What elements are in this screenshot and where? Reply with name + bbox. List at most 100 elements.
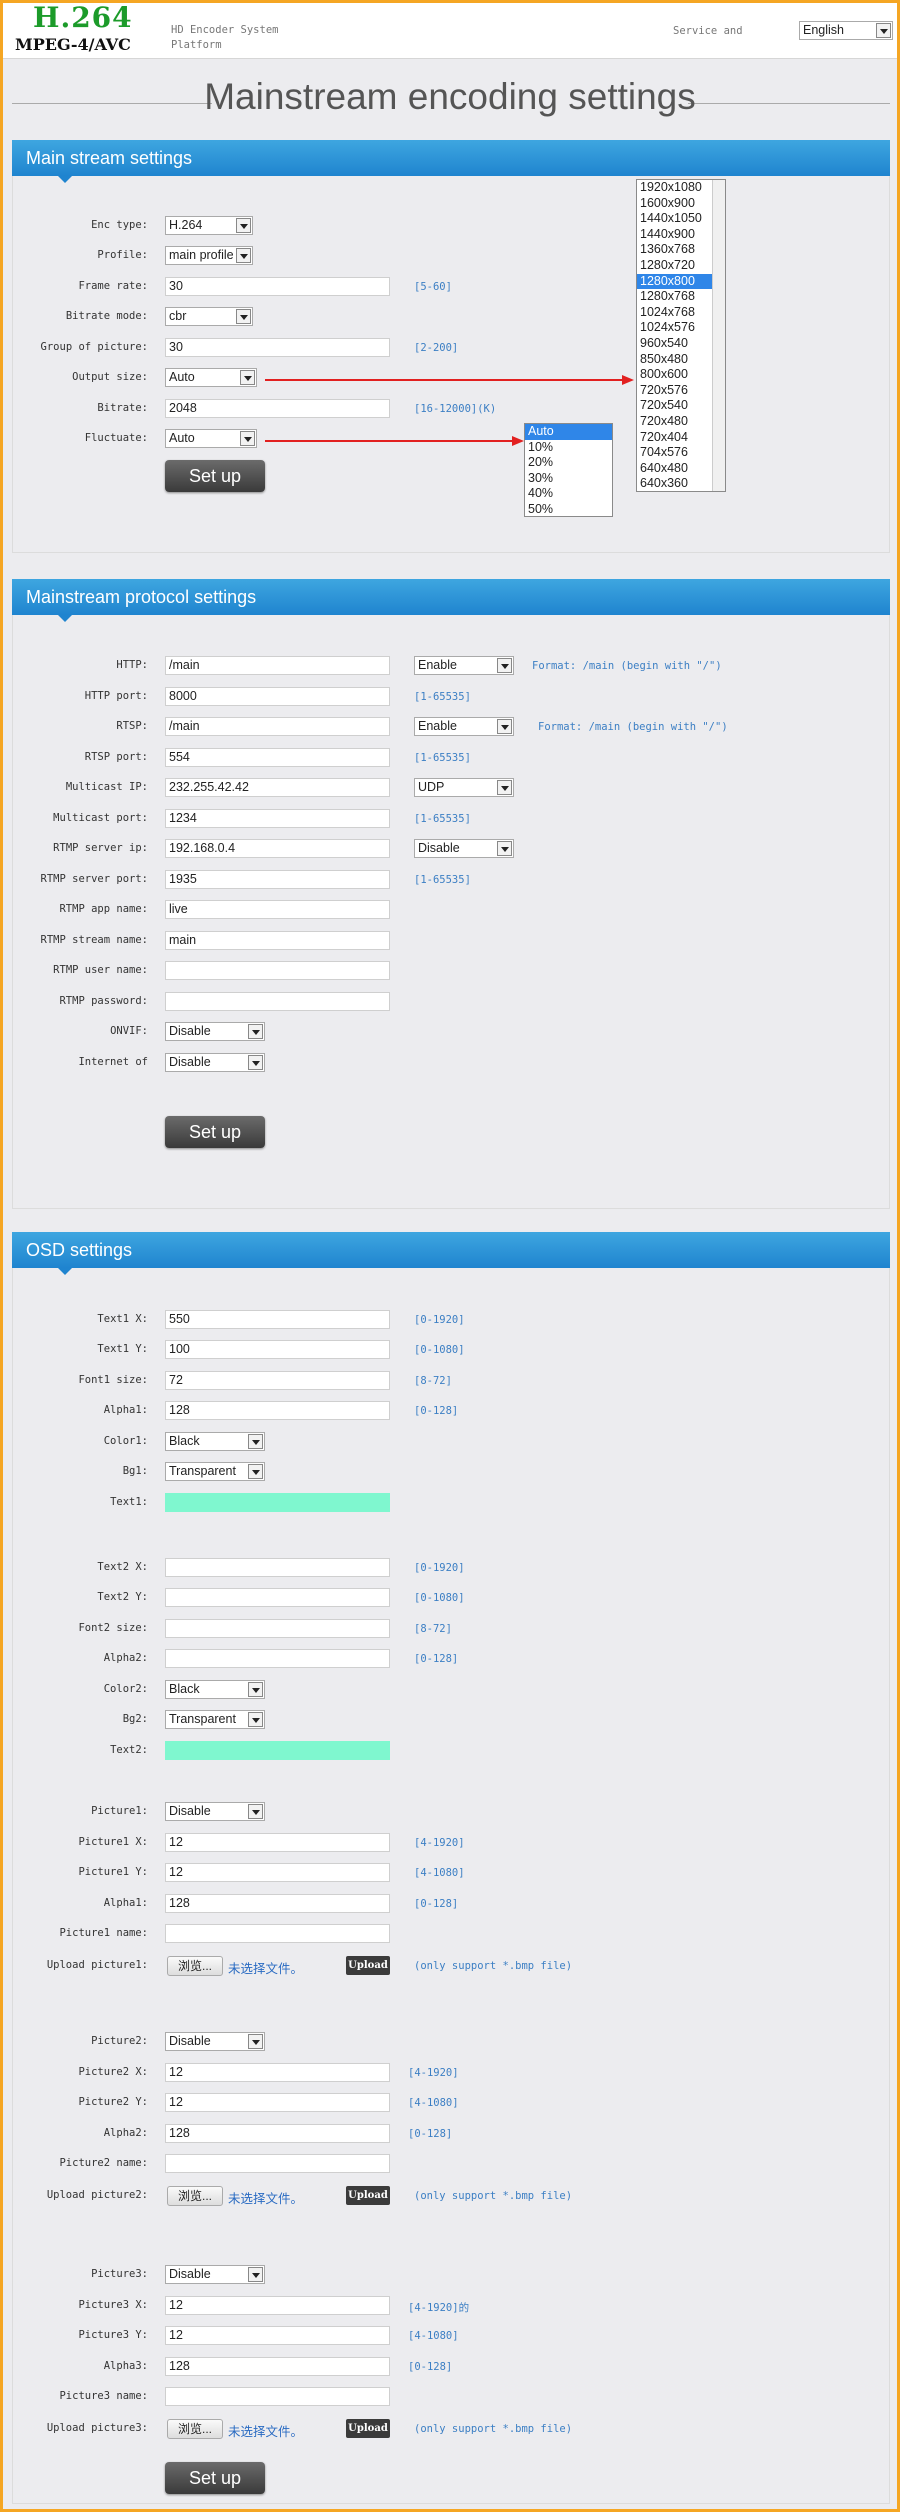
osd-pic2-y-hint: [4-1080] <box>408 2097 459 2109</box>
osd-text1-y-label: Text1 Y: <box>97 1343 148 1355</box>
protocol-rtmp-user-label: RTMP user name: <box>53 964 148 976</box>
osd-pic2-upload-browse-button[interactable]: 浏览... <box>167 2186 223 2206</box>
osd-pic3-upload-browse-button[interactable]: 浏览... <box>167 2419 223 2439</box>
osd-pic1-upload-browse-button[interactable]: 浏览... <box>167 1956 223 1976</box>
osd-bg2-label: Bg2: <box>122 1713 148 1725</box>
fluctuate-option[interactable]: 20% <box>525 455 612 471</box>
osd-pic3-upload-upload-button[interactable]: Upload <box>346 2419 390 2438</box>
chevron-down-icon <box>248 2034 263 2049</box>
osd-pic2-label: Picture2: <box>91 2035 148 2047</box>
osd-pic1-alpha-label: Alpha1: <box>103 1897 148 1909</box>
protocol-rtmp-user-input[interactable] <box>165 961 390 980</box>
osd-text2-input[interactable] <box>165 1741 390 1760</box>
main-stream-fluctuate-value: Auto <box>169 431 195 445</box>
main-stream-profile-select[interactable]: main profile <box>165 246 253 265</box>
osd-color1-select[interactable]: Black <box>165 1432 265 1451</box>
osd-alpha2-input[interactable] <box>165 1649 390 1668</box>
protocol-http-port-input[interactable]: 8000 <box>165 687 390 706</box>
fluctuate-list[interactable]: Auto 10% 20% 30% 40% 50% <box>524 423 613 517</box>
osd-pic3-alpha-input[interactable]: 128 <box>165 2357 390 2376</box>
osd-color2-select[interactable]: Black <box>165 1680 265 1699</box>
osd-pic3-select[interactable]: Disable <box>165 2265 265 2284</box>
language-select[interactable]: English <box>799 21 893 40</box>
main-stream-bitrate-input[interactable]: 2048 <box>165 399 390 418</box>
main-stream-gop-input[interactable]: 30 <box>165 338 390 357</box>
osd-pic3-x-input[interactable]: 12 <box>165 2296 390 2315</box>
osd-font1-input[interactable]: 72 <box>165 1371 390 1390</box>
osd-setup-button[interactable]: Set up <box>165 2462 265 2494</box>
service-link[interactable]: Service and <box>673 25 743 37</box>
fluctuate-option[interactable]: 50% <box>525 502 612 518</box>
osd-pic2-y-input[interactable]: 12 <box>165 2093 390 2112</box>
osd-text1-x-input[interactable]: 550 <box>165 1310 390 1329</box>
osd-pic2-upload-label: Upload picture2: <box>46 2189 148 2201</box>
osd-pic2-x-input[interactable]: 12 <box>165 2063 390 2082</box>
protocol-rtmp-port-input[interactable]: 1935 <box>165 870 390 889</box>
fluctuate-option[interactable]: 10% <box>525 440 612 456</box>
osd-pic1-select[interactable]: Disable <box>165 1802 265 1821</box>
fluctuate-option[interactable]: 40% <box>525 486 612 502</box>
protocol-http-mode-select[interactable]: Enable <box>414 656 514 675</box>
osd-font2-label: Font2 size: <box>78 1622 148 1634</box>
osd-pic1-alpha-input[interactable]: 128 <box>165 1894 390 1913</box>
protocol-rtsp-label: RTSP: <box>116 720 148 732</box>
osd-pic2-name-input[interactable] <box>165 2154 390 2173</box>
osd-alpha2-hint: [0-128] <box>414 1653 459 1665</box>
scrollbar[interactable] <box>712 180 725 491</box>
osd-pic3-name-input[interactable] <box>165 2387 390 2406</box>
protocol-multicast-ip-input[interactable]: 232.255.42.42 <box>165 778 390 797</box>
protocol-rtmp-ip-input[interactable]: 192.168.0.4 <box>165 839 390 858</box>
osd-header: OSD settings <box>12 1232 890 1275</box>
osd-text1-x-label: Text1 X: <box>97 1313 148 1325</box>
protocol-rtmp-ip-mode-value: Disable <box>418 841 460 855</box>
main-stream-enc-type-select[interactable]: H.264 <box>165 216 253 235</box>
chevron-down-icon <box>248 1055 263 1070</box>
osd-pic2-alpha-input[interactable]: 128 <box>165 2124 390 2143</box>
main-stream-enc-type-value: H.264 <box>169 218 203 232</box>
fluctuate-option[interactable]: Auto <box>525 424 612 440</box>
protocol-rtsp-input[interactable]: /main <box>165 717 390 736</box>
osd-alpha1-input[interactable]: 128 <box>165 1401 390 1420</box>
osd-pic2-select[interactable]: Disable <box>165 2032 265 2051</box>
osd-bg2-select[interactable]: Transparent <box>165 1710 265 1729</box>
protocol-setup-button[interactable]: Set up <box>165 1116 265 1148</box>
osd-bg1-select[interactable]: Transparent <box>165 1462 265 1481</box>
main-stream-output-size-select[interactable]: Auto <box>165 368 257 387</box>
main-stream-fluctuate-select[interactable]: Auto <box>165 429 257 448</box>
main-stream-bitrate-mode-label: Bitrate mode: <box>65 310 148 322</box>
chevron-down-icon <box>248 1464 263 1479</box>
chevron-down-icon <box>497 719 512 734</box>
protocol-rtmp-pass-input[interactable] <box>165 992 390 1011</box>
osd-text2-y-input[interactable] <box>165 1588 390 1607</box>
chevron-down-icon <box>248 1712 263 1727</box>
protocol-rtmp-ip-mode-select[interactable]: Disable <box>414 839 514 858</box>
osd-pic1-name-input[interactable] <box>165 1924 390 1943</box>
main-stream-bitrate-mode-select[interactable]: cbr <box>165 307 253 326</box>
protocol-multicast-ip-mode-select[interactable]: UDP <box>414 778 514 797</box>
osd-pic1-x-input[interactable]: 12 <box>165 1833 390 1852</box>
language-value: English <box>803 23 844 37</box>
protocol-http-input[interactable]: /main <box>165 656 390 675</box>
protocol-multicast-port-input[interactable]: 1234 <box>165 809 390 828</box>
osd-pic1-upload-upload-button[interactable]: Upload <box>346 1956 390 1975</box>
osd-pic3-value: Disable <box>169 2267 211 2281</box>
protocol-rtmp-app-input[interactable]: live <box>165 900 390 919</box>
osd-pic1-y-input[interactable]: 12 <box>165 1863 390 1882</box>
main-setup-button[interactable]: Set up <box>165 460 265 492</box>
protocol-rtsp-port-input[interactable]: 554 <box>165 748 390 767</box>
protocol-internet-select[interactable]: Disable <box>165 1053 265 1072</box>
osd-text1-input[interactable] <box>165 1493 390 1512</box>
protocol-rtsp-mode-select[interactable]: Enable <box>414 717 514 736</box>
protocol-onvif-select[interactable]: Disable <box>165 1022 265 1041</box>
osd-pic3-y-input[interactable]: 12 <box>165 2326 390 2345</box>
annotation-arrow-head <box>512 436 524 446</box>
output-size-list[interactable]: 1920x1080 1600x900 1440x1050 1440x900 1360x7… <box>636 179 726 492</box>
osd-text1-y-input[interactable]: 100 <box>165 1340 390 1359</box>
osd-text2-x-input[interactable] <box>165 1558 390 1577</box>
osd-pic2-upload-upload-button[interactable]: Upload <box>346 2186 390 2205</box>
osd-font2-input[interactable] <box>165 1619 390 1638</box>
protocol-multicast-ip-mode-value: UDP <box>418 780 445 794</box>
protocol-rtmp-stream-input[interactable]: main <box>165 931 390 950</box>
fluctuate-option[interactable]: 30% <box>525 471 612 487</box>
main-stream-frame-rate-input[interactable]: 30 <box>165 277 390 296</box>
